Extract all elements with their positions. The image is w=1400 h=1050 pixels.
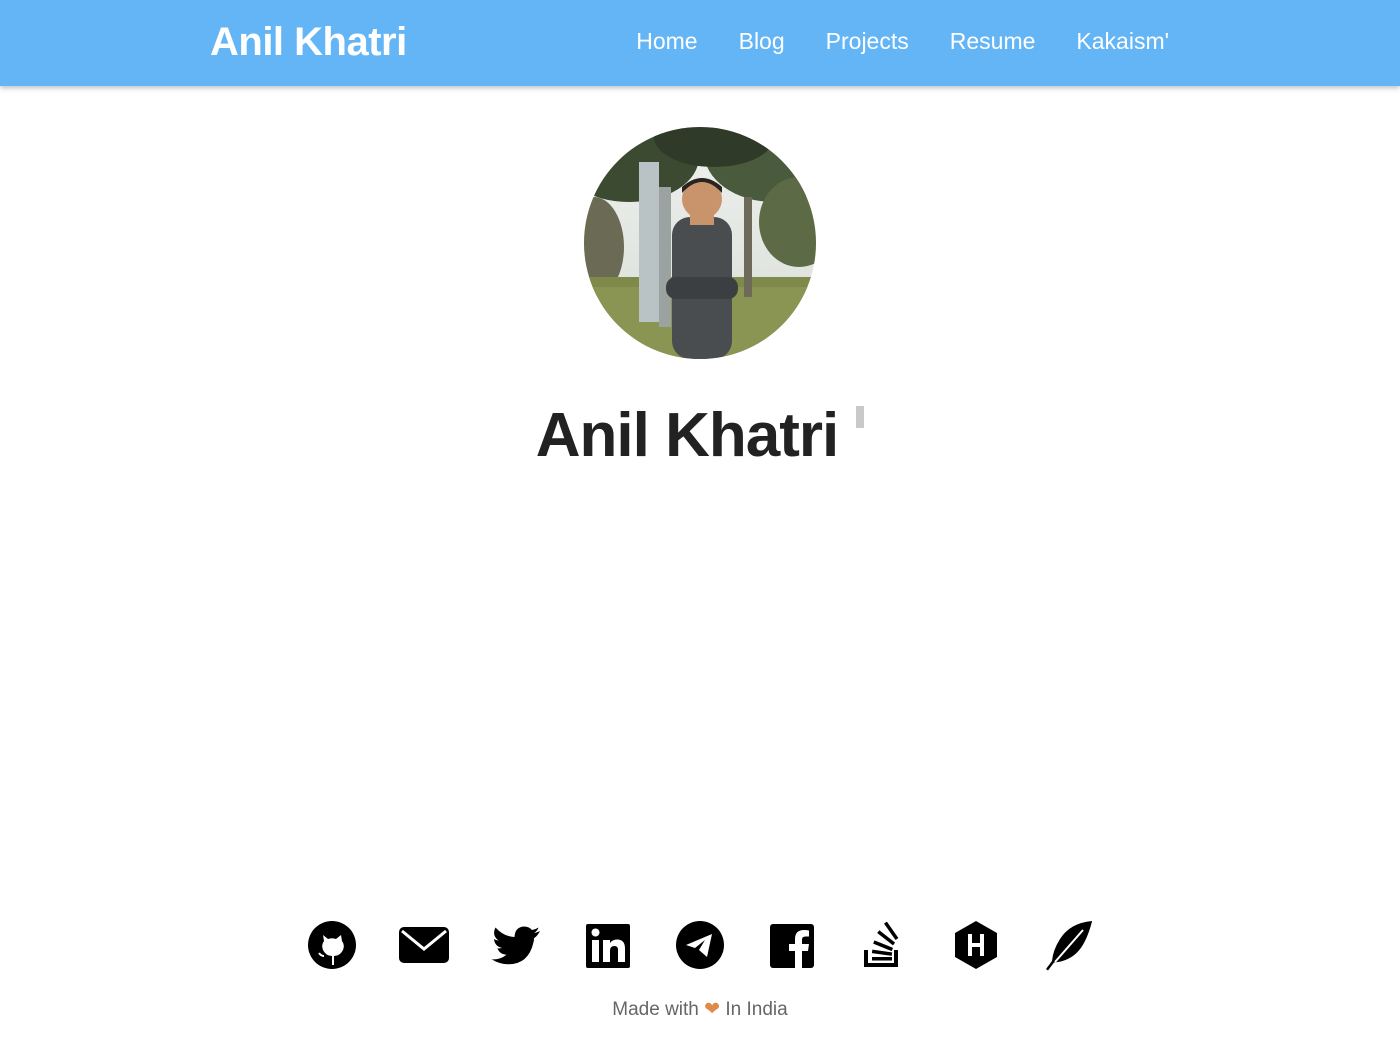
nav-link-resume[interactable]: Resume bbox=[950, 28, 1036, 55]
social-links bbox=[0, 918, 1400, 972]
hero-heading: Anil Khatri bbox=[0, 400, 1400, 471]
twitter-icon[interactable] bbox=[491, 918, 541, 972]
nav-link-kakaism[interactable]: Kakaism' bbox=[1076, 28, 1169, 55]
avatar bbox=[584, 127, 816, 359]
facebook-icon[interactable] bbox=[767, 918, 817, 972]
footer-location: In India bbox=[725, 999, 788, 1020]
typing-cursor bbox=[856, 406, 865, 428]
hero-name: Anil Khatri bbox=[535, 401, 839, 470]
nav-link-blog[interactable]: Blog bbox=[739, 28, 785, 55]
github-icon[interactable] bbox=[307, 918, 357, 972]
nav-link-projects[interactable]: Projects bbox=[826, 28, 909, 55]
stackoverflow-icon[interactable] bbox=[859, 918, 909, 972]
nav-links: Home Blog Projects Resume Kakaism' bbox=[636, 28, 1169, 55]
email-icon[interactable] bbox=[399, 918, 449, 972]
nav-link-home[interactable]: Home bbox=[636, 28, 697, 55]
heart-icon: ❤ bbox=[704, 999, 721, 1020]
footer: Made with ❤ In India bbox=[0, 998, 1400, 1021]
footer-made-with: Made with bbox=[612, 999, 699, 1020]
feather-icon[interactable] bbox=[1043, 918, 1093, 972]
navbar: Anil Khatri Home Blog Projects Resume Ka… bbox=[0, 0, 1400, 86]
brand-link[interactable]: Anil Khatri bbox=[210, 20, 407, 65]
hackerrank-icon[interactable] bbox=[951, 918, 1001, 972]
linkedin-icon[interactable] bbox=[583, 918, 633, 972]
telegram-icon[interactable] bbox=[675, 918, 725, 972]
